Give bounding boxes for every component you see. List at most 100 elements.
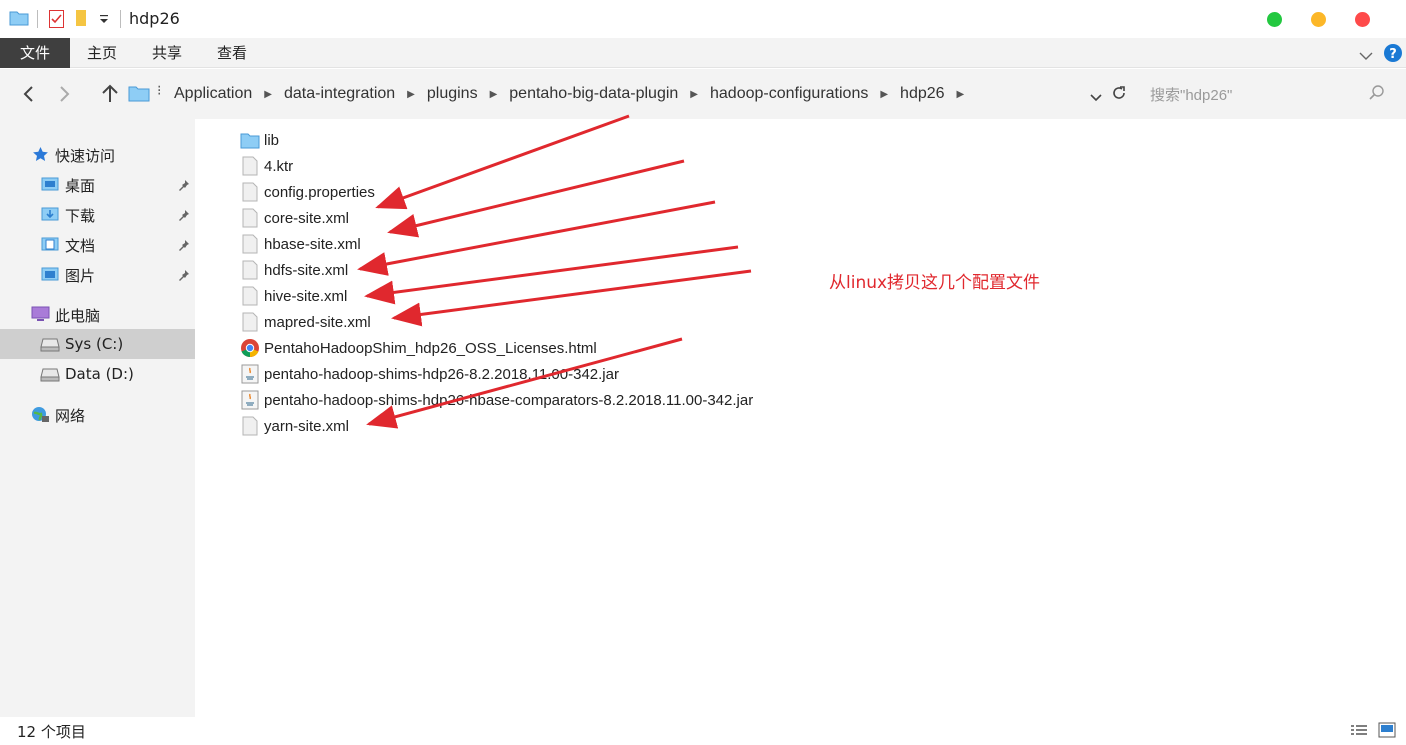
crumb-pentaho-big-data-plugin[interactable]: pentaho-big-data-plugin (505, 85, 682, 103)
drive-icon (40, 368, 60, 386)
file-name: pentaho-hadoop-shims-hdp26-hbase-compara… (264, 391, 754, 409)
sidebar-item-pictures[interactable]: 图片 (0, 259, 195, 289)
tab-file[interactable]: 文件 (0, 38, 70, 68)
annotation-text: 从linux拷贝这几个配置文件 (829, 273, 1041, 293)
svg-text:?: ? (1389, 47, 1397, 62)
back-button[interactable] (17, 82, 41, 106)
file-icon (240, 312, 260, 332)
file-name: yarn-site.xml (264, 417, 350, 435)
list-item[interactable]: mapred-site.xml (240, 309, 371, 335)
sidebar-item-data-d[interactable]: Data (D:) (0, 359, 195, 389)
file-name: config.properties (264, 183, 375, 201)
list-item[interactable]: pentaho-hadoop-shims-hdp26-8.2.2018.11.0… (240, 361, 619, 387)
sidebar-item-label: 图片 (65, 267, 96, 285)
list-item[interactable]: lib (240, 127, 279, 153)
pin-icon[interactable] (178, 267, 190, 285)
pin-icon[interactable] (178, 207, 190, 225)
computer-icon (31, 306, 50, 326)
sidebar-item-desktop[interactable]: 桌面 (0, 169, 195, 199)
list-item[interactable]: pentaho-hadoop-shims-hdp26-hbase-compara… (240, 387, 753, 413)
tab-share[interactable]: 共享 (145, 38, 189, 68)
crumb-data-integration[interactable]: data-integration (280, 85, 399, 103)
pin-icon[interactable] (178, 237, 190, 255)
chrome-icon (240, 338, 260, 358)
refresh-icon[interactable] (1110, 84, 1128, 106)
sidebar-item-network[interactable]: 网络 (0, 399, 195, 429)
sidebar-item-this-pc[interactable]: 此电脑 (0, 299, 195, 329)
crumb-plugins[interactable]: plugins (423, 85, 482, 103)
crumb-hadoop-configurations[interactable]: hadoop-configurations (706, 85, 872, 103)
minimize-button[interactable] (1311, 12, 1326, 27)
folder-icon (128, 84, 150, 106)
file-icon (240, 260, 260, 280)
list-item[interactable]: config.properties (240, 179, 375, 205)
help-icon[interactable]: ? (1383, 43, 1403, 67)
chevron-right-icon[interactable]: ▶ (872, 89, 896, 100)
pin-icon[interactable] (178, 177, 190, 195)
forward-button[interactable] (52, 82, 76, 106)
sidebar-item-label: Data (D:) (65, 365, 134, 383)
more-crumbs-icon[interactable]: ⁝ (157, 83, 161, 99)
chevron-right-icon[interactable]: ▶ (949, 89, 973, 100)
list-item[interactable]: hive-site.xml (240, 283, 347, 309)
list-item[interactable]: core-site.xml (240, 205, 349, 231)
file-icon (240, 234, 260, 254)
close-button[interactable] (1355, 12, 1370, 27)
sidebar-item-label: 文档 (65, 237, 96, 255)
tab-home[interactable]: 主页 (80, 38, 124, 68)
list-item[interactable]: yarn-site.xml (240, 413, 349, 439)
search-icon[interactable] (1368, 84, 1386, 106)
list-item[interactable]: hdfs-site.xml (240, 257, 348, 283)
file-list: lib 4.ktr config.properties core-site.xm… (196, 119, 1406, 717)
drive-icon (40, 338, 60, 356)
crumb-application[interactable]: Application (170, 85, 256, 103)
chevron-right-icon[interactable]: ▶ (682, 89, 706, 100)
file-icon (240, 416, 260, 436)
list-item[interactable]: 4.ktr (240, 153, 293, 179)
crumb-hdp26[interactable]: hdp26 (896, 85, 949, 103)
sidebar-item-sys-c[interactable]: Sys (C:) (0, 329, 195, 359)
file-name: 4.ktr (264, 157, 294, 175)
new-folder-icon[interactable] (74, 9, 88, 31)
large-icons-view-icon[interactable] (1378, 722, 1396, 742)
sidebar-item-downloads[interactable]: 下载 (0, 199, 195, 229)
status-bar: 12 个项目 (0, 717, 1406, 745)
address-bar: ⁝ Application ▶ data-integration ▶ plugins… (0, 69, 1406, 119)
navigation-pane: 快速访问 桌面 下载 文档 图片 此电脑 Sys (C:) Data (D:) … (0, 119, 195, 717)
java-jar-icon (240, 390, 260, 410)
documents-folder-icon (41, 236, 59, 256)
customize-dropdown-icon[interactable] (98, 11, 110, 30)
file-name: core-site.xml (264, 209, 350, 227)
file-name: PentahoHadoopShim_hdp26_OSS_Licenses.htm… (264, 339, 597, 357)
folder-icon (240, 130, 260, 150)
list-item[interactable]: PentahoHadoopShim_hdp26_OSS_Licenses.htm… (240, 335, 597, 361)
sidebar-item-label: 此电脑 (55, 307, 101, 325)
title-bar: hdp26 (0, 0, 1406, 38)
chevron-right-icon[interactable]: ▶ (256, 89, 280, 100)
sidebar-item-documents[interactable]: 文档 (0, 229, 195, 259)
file-icon (240, 156, 260, 176)
download-folder-icon (41, 206, 59, 226)
sidebar-item-label: 桌面 (65, 177, 96, 195)
recent-locations-icon[interactable] (1089, 88, 1103, 107)
up-button[interactable] (98, 82, 122, 106)
breadcrumb: Application ▶ data-integration ▶ plugins ▶ … (170, 81, 972, 107)
tab-view[interactable]: 查看 (210, 38, 254, 68)
chevron-right-icon[interactable]: ▶ (399, 89, 423, 100)
maximize-button[interactable] (1267, 12, 1282, 27)
chevron-right-icon[interactable]: ▶ (482, 89, 506, 100)
file-icon (240, 286, 260, 306)
item-count: 12 个项目 (17, 723, 86, 741)
details-view-icon[interactable] (1350, 723, 1368, 742)
desktop-folder-icon (41, 176, 59, 196)
file-name: hive-site.xml (264, 287, 348, 305)
window-title: hdp26 (129, 9, 180, 28)
file-icon (240, 208, 260, 228)
sidebar-item-label: 下载 (65, 207, 96, 225)
properties-icon[interactable] (48, 9, 66, 33)
file-name: hbase-site.xml (264, 235, 361, 253)
expand-ribbon-icon[interactable] (1358, 47, 1374, 66)
sidebar-item-quick-access[interactable]: 快速访问 (0, 139, 195, 169)
list-item[interactable]: hbase-site.xml (240, 231, 361, 257)
search-input[interactable]: 搜索"hdp26" (1142, 81, 1398, 107)
